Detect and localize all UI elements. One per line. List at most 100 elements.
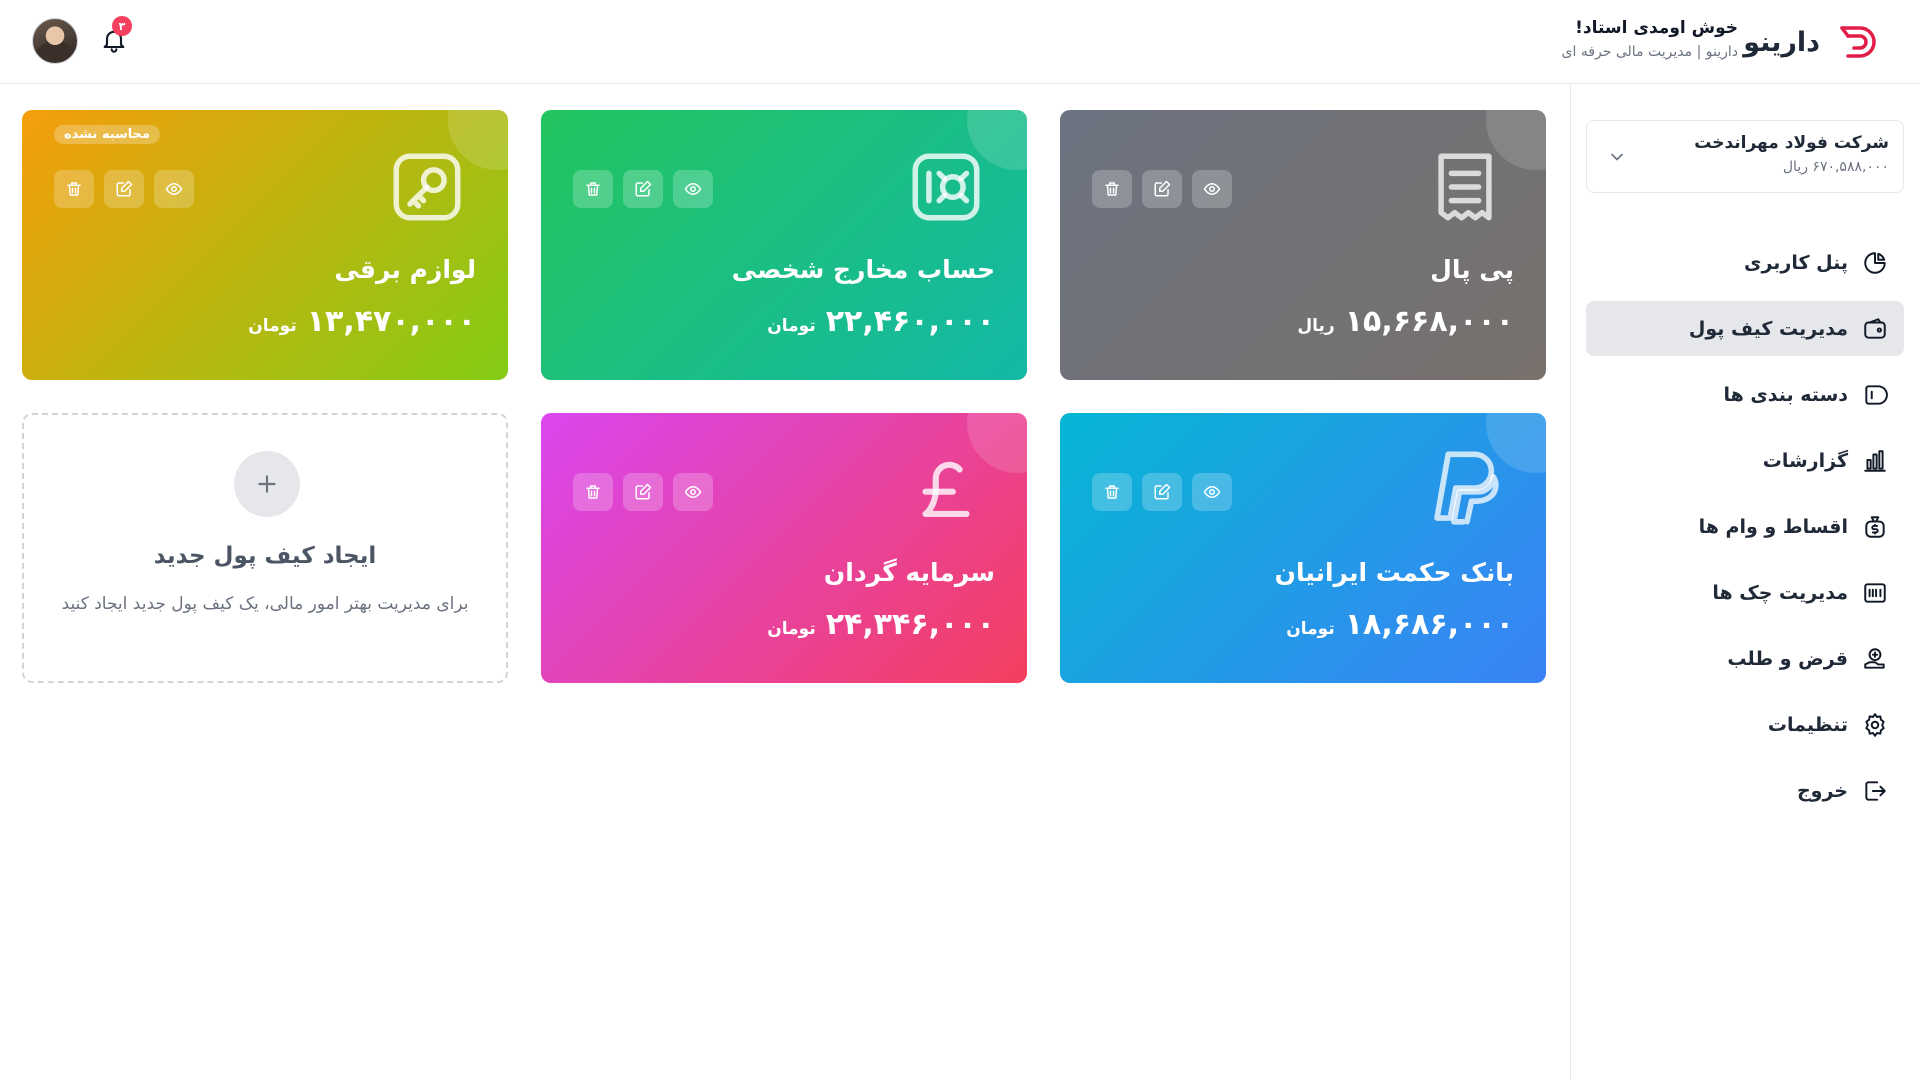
wallet-balance: ۲۴,۳۴۶,۰۰۰ تومان: [767, 607, 995, 642]
sidebar-item-logout[interactable]: خروج: [1586, 763, 1904, 818]
sidebar-item-wallets[interactable]: مدیریت کیف پول: [1586, 301, 1904, 356]
sidebar-item-label: مدیریت چک ها: [1712, 581, 1848, 604]
safe-icon: [912, 153, 980, 221]
sidebar-item-label: پنل کاربری: [1744, 251, 1848, 274]
company-balance: ۶۷۰,۵۸۸,۰۰۰ ریال: [1782, 159, 1889, 175]
wallet-currency: تومان: [767, 316, 816, 336]
wallet-currency: ریال: [1297, 316, 1335, 336]
edit-button[interactable]: [1142, 473, 1182, 511]
view-button[interactable]: [1192, 473, 1232, 511]
sidebar-item-dashboard[interactable]: پنل کاربری: [1586, 235, 1904, 290]
receipt-icon: [1438, 153, 1492, 221]
wallet-balance: ۱۸,۶۸۶,۰۰۰ تومان: [1286, 607, 1514, 642]
edit-button[interactable]: [1142, 170, 1182, 208]
company-name: شرکت فولاد مهراندخت: [1694, 133, 1889, 153]
view-button[interactable]: [673, 170, 713, 208]
sidebar-item-installments[interactable]: اقساط و وام ها: [1586, 499, 1904, 554]
wallet-title: سرمایه گردان: [823, 558, 995, 587]
sidebar-item-label: اقساط و وام ها: [1698, 515, 1848, 538]
loan-icon: [1864, 647, 1885, 669]
add-wallet-button[interactable]: [234, 451, 300, 517]
not-calculated-badge: محاسبه نشده: [54, 125, 161, 144]
trash-icon: [586, 485, 600, 499]
sidebar-item-label: خروج: [1796, 779, 1848, 802]
wallet-balance: ۲۲,۴۶۰,۰۰۰ تومان: [767, 304, 995, 339]
edit-button[interactable]: [104, 170, 144, 208]
sidebar: شرکت فولاد مهراندخت ۶۷۰,۵۸۸,۰۰۰ ریال پنل…: [1570, 85, 1920, 1080]
plus-icon: [258, 475, 276, 493]
trash-icon: [586, 182, 600, 196]
sidebar-item-settings[interactable]: تنظیمات: [1586, 697, 1904, 752]
wallet-currency: تومان: [1286, 619, 1335, 639]
tag-icon: [1865, 384, 1888, 405]
edit-icon: [1154, 180, 1171, 197]
brand-name: دارینو: [1743, 26, 1820, 58]
pound-icon: [922, 461, 970, 517]
add-wallet-description: برای مدیریت بهتر امور مالی، یک کیف پول ج…: [61, 594, 469, 614]
sidebar-item-checks[interactable]: مدیریت چک ها: [1586, 565, 1904, 620]
sidebar-item-reports[interactable]: گزارشات: [1586, 433, 1904, 488]
eye-icon: [1203, 183, 1221, 195]
view-button[interactable]: [1192, 170, 1232, 208]
key-icon: [393, 153, 461, 221]
add-wallet-card[interactable]: ایجاد کیف پول جدید برای مدیریت بهتر امور…: [22, 413, 508, 683]
notification-badge: ۳: [112, 16, 132, 36]
edit-button[interactable]: [623, 170, 663, 208]
edit-button[interactable]: [623, 473, 663, 511]
wallet-card-hekmat-bank[interactable]: بانک حکمت ایرانیان ۱۸,۶۸۶,۰۰۰ تومان: [1060, 413, 1546, 683]
brand[interactable]: دارینو: [1743, 18, 1882, 66]
check-icon: [1864, 582, 1886, 603]
eye-icon: [1203, 486, 1221, 498]
eye-icon: [684, 183, 702, 195]
welcome-subtitle: دارینو | مدیریت مالی حرفه ای: [1561, 44, 1738, 60]
wallet-amount: ۱۸,۶۸۶,۰۰۰: [1344, 607, 1514, 642]
wallet-card-paypal[interactable]: پی پال ۱۵,۶۶۸,۰۰۰ ریال: [1060, 110, 1546, 380]
wallet-card-working-capital[interactable]: سرمایه گردان ۲۴,۳۴۶,۰۰۰ تومان: [541, 413, 1027, 683]
wallet-balance: ۱۳,۴۷۰,۰۰۰ تومان: [248, 304, 476, 339]
wallet-currency: تومان: [248, 316, 297, 336]
edit-icon: [116, 180, 133, 197]
edit-icon: [635, 483, 652, 500]
wallet-card-electronics[interactable]: محاسبه نشده لوازم برقی ۱۳,۴۷۰,۰۰۰ تومان: [22, 110, 508, 380]
view-button[interactable]: [154, 170, 194, 208]
wallet-actions: [54, 170, 194, 208]
sidebar-item-label: دسته بندی ها: [1723, 383, 1848, 406]
add-wallet-title: ایجاد کیف پول جدید: [153, 543, 377, 569]
sidebar-item-label: قرض و طلب: [1727, 647, 1848, 670]
sidebar-item-debts[interactable]: قرض و طلب: [1586, 631, 1904, 686]
money-bag-icon: [1865, 515, 1885, 538]
wallet-balance: ۱۵,۶۶۸,۰۰۰ ریال: [1297, 304, 1514, 339]
wallet-amount: ۱۵,۶۶۸,۰۰۰: [1344, 304, 1514, 339]
sidebar-item-label: گزارشات: [1762, 449, 1848, 472]
sidebar-menu: پنل کاربری مدیریت کیف پول دسته بندی ها گ…: [1586, 235, 1904, 829]
sidebar-item-label: مدیریت کیف پول: [1688, 317, 1848, 340]
sidebar-item-categories[interactable]: دسته بندی ها: [1586, 367, 1904, 422]
delete-button[interactable]: [1092, 473, 1132, 511]
edit-icon: [635, 180, 652, 197]
trash-icon: [67, 182, 81, 196]
eye-icon: [165, 183, 183, 195]
wallet-title: پی پال: [1430, 255, 1514, 284]
wallet-actions: [1092, 473, 1232, 511]
view-button[interactable]: [673, 473, 713, 511]
wallet-icon: [1864, 317, 1886, 339]
wallet-actions: [1092, 170, 1232, 208]
wallet-title: بانک حکمت ایرانیان: [1274, 558, 1514, 587]
wallet-card-personal-expenses[interactable]: حساب مخارج شخصی ۲۲,۴۶۰,۰۰۰ تومان: [541, 110, 1027, 380]
trash-icon: [1105, 485, 1119, 499]
company-selector[interactable]: شرکت فولاد مهراندخت ۶۷۰,۵۸۸,۰۰۰ ریال: [1586, 120, 1904, 193]
pie-chart-icon: [1864, 251, 1886, 274]
delete-button[interactable]: [1092, 170, 1132, 208]
gear-icon: [1865, 712, 1885, 737]
wallet-amount: ۲۲,۴۶۰,۰۰۰: [825, 304, 995, 339]
delete-button[interactable]: [54, 170, 94, 208]
avatar[interactable]: [32, 18, 78, 64]
trash-icon: [1105, 182, 1119, 196]
top-header: دارینو خوش اومدی استاد! دارینو | مدیریت …: [0, 0, 1920, 84]
delete-button[interactable]: [573, 170, 613, 208]
delete-button[interactable]: [573, 473, 613, 511]
wallet-title: لوازم برقی: [334, 255, 476, 284]
wallet-actions: [573, 170, 713, 208]
bar-chart-icon: [1864, 449, 1886, 472]
welcome-block: خوش اومدی استاد! دارینو | مدیریت مالی حر…: [1562, 18, 1738, 60]
